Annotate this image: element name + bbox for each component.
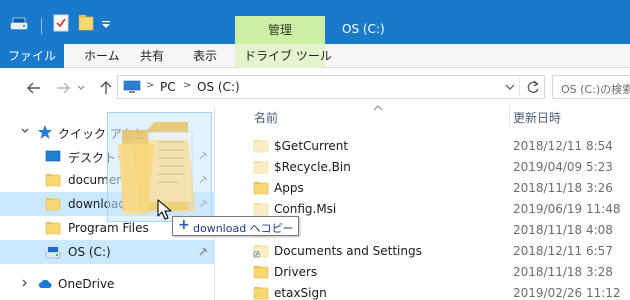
folder-icon	[253, 266, 269, 279]
file-name: etaxSign	[274, 286, 327, 300]
folder-icon	[253, 287, 269, 300]
file-row[interactable]: etaxSign 2019/02/26 11:12	[236, 283, 630, 300]
desktop-icon	[45, 150, 61, 162]
chevron-down-icon	[77, 85, 85, 90]
file-list: 名前 更新日時 $GetCurrent 2018/12/11 8:54 $Rec…	[216, 105, 630, 300]
file-name: Apps	[274, 181, 304, 195]
forward-button[interactable]	[53, 78, 73, 98]
address-bar[interactable]: > PC > OS (C:)	[117, 75, 545, 99]
mouse-pointer-icon	[157, 199, 172, 220]
computer-icon	[123, 80, 141, 93]
file-date: 2018/11/18 3:28	[513, 265, 613, 279]
up-button[interactable]	[96, 78, 116, 98]
refresh-icon[interactable]	[525, 78, 541, 96]
ribbon-tab-bar: ファイル ホーム 共有 表示 ドライブ ツール	[0, 44, 630, 68]
title-bar: 管理 OS (C:)	[0, 0, 630, 44]
tab-share[interactable]: 共有	[140, 44, 164, 68]
file-name: Documents and Settings	[274, 244, 422, 258]
star-icon	[38, 125, 52, 139]
nav-item-onedrive[interactable]: OneDrive	[0, 272, 215, 296]
column-header-date[interactable]: 更新日時	[513, 109, 561, 129]
shortcut-folder-icon	[253, 245, 269, 258]
chevron-down-icon[interactable]	[20, 126, 30, 136]
arrow-left-icon	[27, 82, 40, 94]
customize-dropdown-icon[interactable]	[100, 14, 112, 32]
file-row[interactable]: Documents and Settings 2018/12/11 6:57	[236, 241, 630, 262]
tab-view[interactable]: 表示	[193, 44, 217, 68]
file-date: 2018/11/18 3:26	[513, 181, 613, 195]
breadcrumb-drive[interactable]: OS (C:)	[197, 80, 240, 94]
sort-ascending-icon	[373, 105, 383, 111]
folder-icon	[45, 174, 61, 187]
file-row[interactable]: Drivers 2018/11/18 3:28	[236, 262, 630, 283]
window-title: OS (C:)	[342, 22, 385, 36]
tab-home[interactable]: ホーム	[84, 44, 120, 68]
nav-item-label: OneDrive	[58, 277, 115, 291]
drive-icon	[45, 247, 61, 259]
breadcrumb-pc[interactable]: PC	[160, 80, 176, 94]
back-button[interactable]	[24, 78, 44, 98]
recent-locations-button[interactable]	[75, 78, 87, 98]
file-row[interactable]: Apps 2018/11/18 3:26	[236, 178, 630, 199]
file-name: $GetCurrent	[274, 139, 349, 153]
file-date: 2019/04/09 5:23	[513, 160, 613, 174]
file-row[interactable]: $Recycle.Bin 2019/04/09 5:23	[236, 157, 630, 178]
quick-access-separator	[41, 18, 42, 34]
file-name: Config.Msi	[274, 202, 337, 216]
nav-item-label: OS (C:)	[68, 245, 111, 259]
file-name: Drivers	[274, 265, 318, 279]
address-history-dropdown-icon[interactable]	[505, 83, 515, 91]
arrow-right-icon	[57, 82, 70, 94]
breadcrumb-separator: >	[183, 80, 192, 91]
hidden-folder-icon	[253, 161, 269, 174]
tab-file[interactable]: ファイル	[0, 44, 64, 68]
pin-icon[interactable]	[198, 246, 209, 257]
column-divider[interactable]	[509, 106, 510, 126]
drag-tooltip-text: download へコピー	[193, 222, 294, 235]
file-date: 2018/12/11 8:54	[513, 139, 613, 153]
folder-icon	[45, 198, 61, 211]
address-divider	[519, 78, 520, 96]
copy-plus-icon: +	[178, 217, 190, 233]
file-date: 2018/12/11 6:57	[513, 244, 613, 258]
arrow-up-icon	[100, 81, 112, 94]
drag-tooltip: + download へコピー	[172, 216, 299, 236]
hidden-folder-icon	[253, 140, 269, 153]
nav-item-os-drive[interactable]: OS (C:)	[0, 240, 215, 264]
nav-item-label: Program Files	[68, 221, 149, 235]
breadcrumb-separator: >	[146, 80, 155, 91]
search-input[interactable]: OS (C:)の検索	[561, 81, 630, 97]
chevron-right-icon[interactable]	[20, 278, 30, 288]
file-row[interactable]: $GetCurrent 2018/12/11 8:54	[236, 136, 630, 157]
folder-icon	[45, 222, 61, 235]
search-box[interactable]: OS (C:)の検索	[552, 75, 630, 99]
hidden-folder-icon	[253, 203, 269, 216]
file-name: $Recycle.Bin	[274, 160, 351, 174]
tab-drive-tools[interactable]: ドライブ ツール	[244, 44, 332, 68]
new-folder-icon[interactable]	[78, 14, 94, 32]
file-date: 2019/02/26 11:12	[513, 286, 621, 300]
folder-icon	[253, 182, 269, 195]
cloud-icon	[38, 279, 52, 288]
navigation-bar: > PC > OS (C:) OS (C:)の検索	[0, 69, 630, 106]
column-header-name[interactable]: 名前	[254, 109, 278, 129]
context-tab-manage[interactable]: 管理	[235, 16, 325, 44]
file-date: 2019/06/19 11:48	[513, 202, 621, 216]
drive-icon[interactable]	[10, 14, 28, 32]
properties-icon[interactable]	[53, 14, 69, 32]
file-date: 2018/11/18 4:08	[513, 223, 613, 237]
